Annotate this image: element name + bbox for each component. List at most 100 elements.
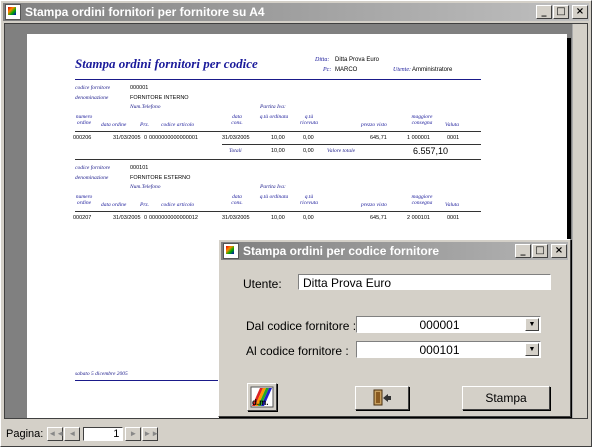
utente-field[interactable]: Ditta Prova Euro <box>298 274 551 290</box>
group1-denom-label: denominazione <box>75 95 109 101</box>
last-page-button[interactable]: ►► <box>142 427 159 441</box>
group2-col-qta-ordinata: q.tà ordinata <box>259 194 289 200</box>
from-supplier-value: 000001 <box>419 318 460 332</box>
group2-row-data-cons: 31/03/2005 <box>222 215 250 221</box>
from-supplier-label: Dal codice fornitore : <box>246 319 357 333</box>
group1-codice-label: codice fornitore <box>75 85 111 91</box>
group1-tel-label: Num.Telefono <box>130 104 161 110</box>
logo-button[interactable]: d.m. <box>247 383 277 411</box>
group1-row-codice: 0000000000000001 <box>149 135 198 141</box>
group2-col-prz: Prz. <box>140 202 150 208</box>
to-supplier-label: Al codice fornitore : <box>246 344 349 358</box>
group1-row-data-cons: 31/03/2005 <box>222 135 250 141</box>
pc-value: MARCO <box>335 67 358 73</box>
exit-button[interactable] <box>355 386 409 410</box>
group2-denom-value: FORNITORE ESTERNO <box>130 175 191 181</box>
group1-piva-label: Partita Iva: <box>260 104 286 110</box>
group2-row-valuta: 0001 <box>447 215 460 221</box>
group1-col-numero: numero ordine <box>75 114 93 126</box>
ditta-label: Ditta: <box>315 57 330 63</box>
group2-col-valuta: Valuta <box>445 202 460 208</box>
dialog-close-button[interactable]: × <box>551 244 567 258</box>
group1-row-data: 31/03/2005 <box>113 135 141 141</box>
print-dialog: Stampa ordini per codice fornitore _ □ ×… <box>218 239 571 417</box>
group1-totals-value-label: Valore totale <box>327 148 356 154</box>
chevron-down-icon[interactable]: ▼ <box>525 343 539 356</box>
group1-col-valuta: Valuta <box>445 122 460 128</box>
group2-row-maggiore: 2 000101 <box>407 215 430 221</box>
group1-totals-q1: 10,00 <box>271 148 285 154</box>
group1-col-codice-articolo: codice articolo <box>161 122 195 128</box>
group1-row-q1: 10,00 <box>271 135 285 141</box>
page-number-field[interactable]: 1 <box>83 427 124 441</box>
group2-col-numero: numero ordine <box>75 194 93 206</box>
group-separator <box>75 159 481 160</box>
footer-date: sabato 5 dicembre 2005 <box>75 371 128 377</box>
group1-totals-value: 6.557,10 <box>413 146 449 156</box>
maximize-button[interactable]: □ <box>553 5 569 19</box>
group1-col-data-ordine: data ordine <box>101 122 127 128</box>
main-window-title: Stampa ordini fornitori per fornitore su… <box>25 5 265 19</box>
dialog-title: Stampa ordini per codice fornitore <box>243 244 440 258</box>
group1-row-q2: 0,00 <box>303 135 314 141</box>
vertical-scrollbar[interactable] <box>572 24 587 418</box>
group1-totals-label: Totali <box>229 148 242 154</box>
group2-row-codice: 0000000000000012 <box>149 215 198 221</box>
group2-row-data: 31/03/2005 <box>113 215 141 221</box>
group2-row-prz: 0 <box>144 215 148 221</box>
group1-header-rule <box>75 131 481 132</box>
group2-col-data-ordine: data ordine <box>101 202 127 208</box>
group2-col-data-cons: data cons. <box>231 194 243 206</box>
utente-label: Utente: <box>393 67 411 73</box>
close-button[interactable]: × <box>572 5 588 19</box>
app-icon <box>5 4 21 20</box>
minimize-button[interactable]: _ <box>536 5 552 19</box>
next-page-button[interactable]: ► <box>125 427 142 441</box>
group1-col-qta-ricevuta: q.tà ricevuta <box>299 114 319 126</box>
dialog-minimize-button[interactable]: _ <box>515 244 531 258</box>
group2-row-prezzo: 645,71 <box>370 215 387 221</box>
utente-label: Utente: <box>243 277 282 291</box>
group1-row-prezzo: 645,71 <box>370 135 387 141</box>
group2-row-q1: 10,00 <box>271 215 285 221</box>
footer-rule <box>75 380 225 381</box>
print-button[interactable]: Stampa <box>462 386 550 410</box>
prev-page-button[interactable]: ◄ <box>64 427 81 441</box>
group2-col-maggiore: maggiore consegna <box>411 194 433 206</box>
from-supplier-dropdown[interactable]: 000001 ▼ <box>356 316 541 333</box>
group1-codice-value: 000001 <box>130 85 149 91</box>
dialog-maximize-button[interactable]: □ <box>532 244 548 258</box>
ditta-value: Ditta Prova Euro <box>335 57 380 63</box>
exit-door-icon <box>373 389 391 406</box>
group1-row-numero: 000206 <box>73 135 92 141</box>
group1-row-valuta: 0001 <box>447 135 460 141</box>
group1-col-maggiore: maggiore consegna <box>411 114 433 126</box>
group1-totals-rule <box>222 144 481 145</box>
first-page-button[interactable]: ◄◄ <box>47 427 64 441</box>
status-bar: Pagina: ◄◄ ◄ 1 ► ►► <box>4 425 588 443</box>
dialog-title-bar[interactable]: Stampa ordini per codice fornitore _ □ × <box>221 242 568 260</box>
chevron-down-icon[interactable]: ▼ <box>525 318 539 331</box>
title-rule <box>75 79 481 80</box>
group2-denom-label: denominazione <box>75 175 109 181</box>
to-supplier-dropdown[interactable]: 000101 ▼ <box>356 341 541 358</box>
group2-col-qta-ricevuta: q.tà ricevuta <box>299 194 319 206</box>
group2-header-rule <box>75 211 481 212</box>
group1-col-qta-ordinata: q.tà ordinata <box>259 114 289 120</box>
group2-row-numero: 000207 <box>73 215 92 221</box>
group1-col-prz: Prz. <box>140 122 150 128</box>
group1-row-prz: 0 <box>144 135 148 141</box>
group2-codice-value: 000101 <box>130 165 149 171</box>
group1-col-prezzo: prezzo visto <box>361 122 387 128</box>
group2-col-codice-articolo: codice articolo <box>161 202 195 208</box>
group2-piva-label: Partita Iva: <box>260 184 286 190</box>
report-title: Stampa ordini fornitori per codice <box>75 56 258 71</box>
group2-codice-label: codice fornitore <box>75 165 111 171</box>
group1-col-data-cons: data cons. <box>231 114 243 126</box>
page-label: Pagina: <box>6 428 44 440</box>
logo-button-label: d.m. <box>252 398 269 407</box>
main-title-bar[interactable]: Stampa ordini fornitori per fornitore su… <box>3 3 589 21</box>
group1-denom-value: FORNITORE INTERNO <box>130 95 189 101</box>
group2-row-q2: 0,00 <box>303 215 314 221</box>
to-supplier-value: 000101 <box>419 343 460 357</box>
